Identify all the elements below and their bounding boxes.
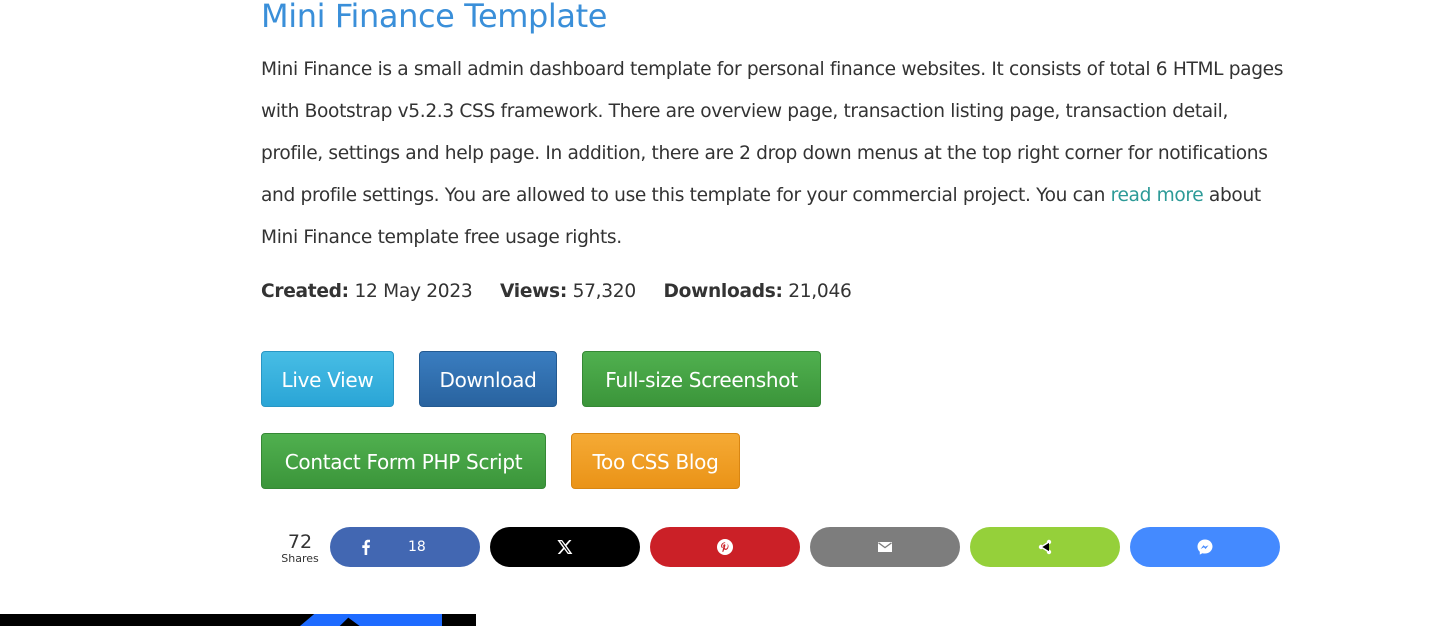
facebook-share-button[interactable]: 18 bbox=[330, 527, 480, 567]
x-share-button[interactable] bbox=[490, 527, 640, 567]
share-icon bbox=[1037, 539, 1053, 555]
email-share-button[interactable] bbox=[810, 527, 960, 567]
views-value: 57,320 bbox=[572, 281, 637, 302]
created-label: Created: bbox=[261, 281, 349, 302]
downloads-label: Downloads: bbox=[663, 281, 783, 302]
contact-form-script-button[interactable]: Contact Form PHP Script bbox=[261, 433, 546, 489]
page-title: Mini Finance Template bbox=[261, 0, 608, 35]
css-blog-button[interactable]: Too CSS Blog bbox=[571, 433, 740, 489]
share-total-count: 72 bbox=[287, 531, 313, 553]
read-more-link[interactable]: read more bbox=[1111, 185, 1204, 206]
downloads-info: Downloads: 21,046 bbox=[663, 281, 851, 302]
x-icon bbox=[557, 539, 573, 555]
facebook-icon bbox=[358, 539, 374, 555]
share-total: 72 Shares bbox=[281, 532, 319, 565]
pinterest-share-button[interactable] bbox=[650, 527, 800, 567]
facebook-share-count: 18 bbox=[408, 539, 426, 555]
created-info: Created: 12 May 2023 bbox=[261, 281, 473, 302]
download-button[interactable]: Download bbox=[419, 351, 557, 407]
description-text-start: Mini Finance is a small admin dashboard … bbox=[261, 59, 1284, 206]
template-meta: Created: 12 May 2023 Views: 57,320 Downl… bbox=[261, 281, 874, 302]
template-description: Mini Finance is a small admin dashboard … bbox=[261, 49, 1291, 259]
downloads-value: 21,046 bbox=[788, 281, 852, 302]
pinterest-icon bbox=[717, 539, 733, 555]
email-icon bbox=[877, 539, 893, 555]
messenger-share-button[interactable] bbox=[1130, 527, 1280, 567]
live-view-button[interactable]: Live View bbox=[261, 351, 394, 407]
messenger-icon bbox=[1197, 539, 1213, 555]
share-button[interactable] bbox=[970, 527, 1120, 567]
views-label: Views: bbox=[500, 281, 567, 302]
template-preview-image bbox=[0, 614, 476, 626]
created-value: 12 May 2023 bbox=[354, 281, 473, 302]
share-total-label: Shares bbox=[281, 552, 319, 565]
preview-image-shape bbox=[300, 614, 442, 626]
views-info: Views: 57,320 bbox=[500, 281, 636, 302]
full-size-screenshot-button[interactable]: Full-size Screenshot bbox=[582, 351, 821, 407]
